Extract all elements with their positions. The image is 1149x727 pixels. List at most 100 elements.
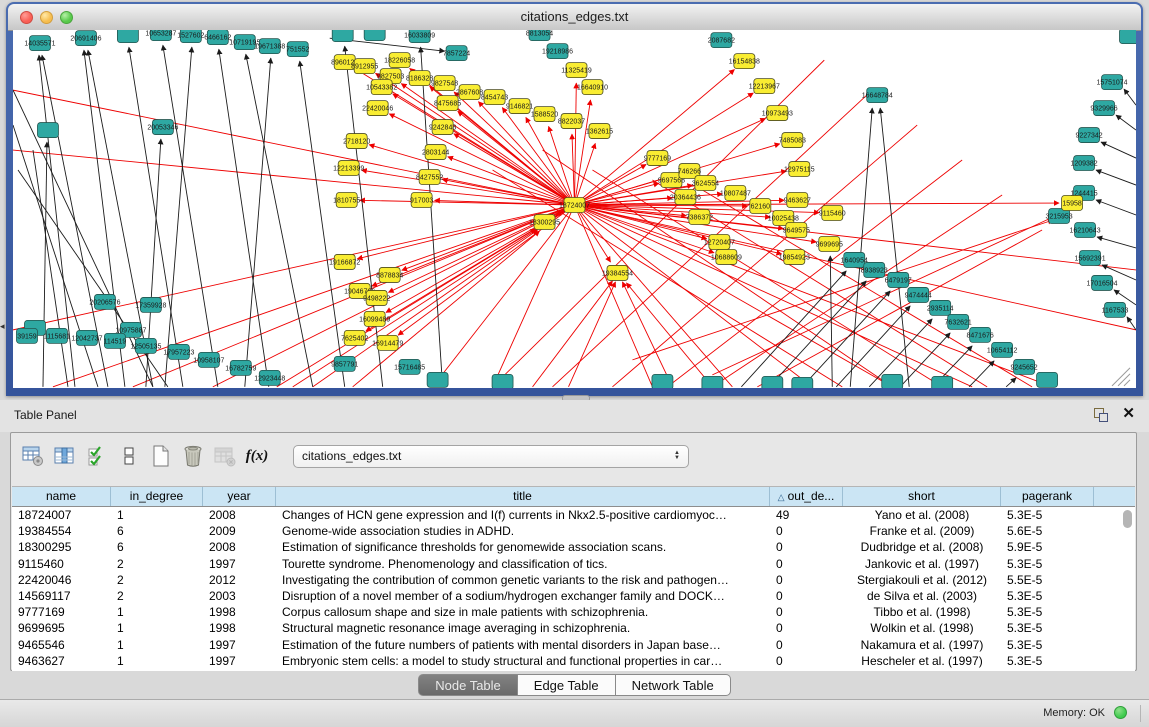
- row-selection-icon[interactable]: [85, 443, 109, 469]
- table-panel-body: f(x) citations_edges.txt ▲▼ namein_degre…: [10, 432, 1137, 671]
- network-node[interactable]: [702, 376, 723, 388]
- table-cell: 49: [770, 507, 843, 523]
- sort-ascending-icon: △: [778, 492, 785, 502]
- scrollbar-thumb[interactable]: [1123, 510, 1132, 528]
- network-node[interactable]: [932, 376, 953, 388]
- column-header-pagerank[interactable]: pagerank: [1001, 487, 1094, 506]
- column-header-short[interactable]: short: [843, 487, 1001, 506]
- table-cell: 9777169: [12, 604, 111, 620]
- table-cell: 0: [770, 620, 843, 636]
- table-selector-dropdown[interactable]: citations_edges.txt ▲▼: [293, 445, 689, 468]
- table-row[interactable]: 946362711997Embryonic stem cells: a mode…: [12, 653, 1135, 669]
- network-node-label: 12923448: [254, 375, 285, 382]
- table-cell: 1: [111, 637, 203, 653]
- network-node[interactable]: [1037, 372, 1058, 387]
- table-cell: Jankovic et al. (1997): [843, 556, 1001, 572]
- tab-edge-table[interactable]: Edge Table: [518, 674, 616, 696]
- network-node-label: 20206576: [89, 299, 120, 306]
- table-row[interactable]: 1830029562008Estimation of significance …: [12, 539, 1135, 555]
- table-row[interactable]: 1872400712008Changes of HCN gene express…: [12, 507, 1135, 523]
- network-edge: [850, 108, 872, 387]
- network-node-label: 12720407: [704, 239, 735, 246]
- network-node[interactable]: [762, 376, 783, 388]
- network-node[interactable]: [792, 377, 813, 388]
- table-cell: Tibbo et al. (1998): [843, 604, 1001, 620]
- network-node-label: 16210643: [1070, 227, 1101, 234]
- column-header-name[interactable]: name: [12, 487, 111, 506]
- column-visibility-icon[interactable]: [53, 443, 77, 469]
- function-builder-icon[interactable]: f(x): [245, 443, 269, 469]
- network-node[interactable]: [364, 30, 385, 41]
- table-cell: 18724007: [12, 507, 111, 523]
- network-edge: [575, 205, 653, 387]
- network-edge: [300, 61, 345, 387]
- network-node-label: 15692391: [1075, 255, 1106, 262]
- network-node[interactable]: [492, 374, 513, 388]
- network-edge: [572, 134, 575, 205]
- table-cell: 1: [111, 507, 203, 523]
- network-node-label: 1588520: [531, 112, 558, 119]
- network-canvas[interactable]: 1872400714035571206914061065328715276026…: [13, 30, 1136, 388]
- column-header-in_degree[interactable]: in_degree: [111, 487, 203, 506]
- network-node-label: 22420046: [362, 106, 393, 113]
- table-row[interactable]: 977716911998Corpus callosum shape and si…: [12, 604, 1135, 620]
- table-body: 1872400712008Changes of HCN gene express…: [12, 507, 1135, 669]
- network-node-label: 917003: [410, 198, 433, 205]
- network-node-label: 15751074: [1096, 80, 1127, 87]
- delete-column-icon[interactable]: [181, 443, 205, 469]
- network-node-label: 10807487: [720, 191, 751, 198]
- table-row[interactable]: 1456911722003Disruption of a novel membe…: [12, 588, 1135, 604]
- network-node[interactable]: [882, 374, 903, 388]
- table-scrollbar[interactable]: [1122, 508, 1133, 668]
- network-edge: [1096, 170, 1136, 185]
- network-window-titlebar[interactable]: citations_edges.txt: [8, 4, 1141, 31]
- table-row[interactable]: 911546021997Tourette syndrome. Phenomeno…: [12, 556, 1135, 572]
- table-mode-icon[interactable]: [117, 443, 141, 469]
- network-node-label: 8878834: [376, 272, 403, 279]
- table-row[interactable]: 2242004622012Investigating the contribut…: [12, 572, 1135, 588]
- tab-network-table[interactable]: Network Table: [616, 674, 731, 696]
- column-header-title[interactable]: title: [276, 487, 770, 506]
- network-node-label: 9227342: [1075, 133, 1102, 140]
- network-edge: [1096, 200, 1136, 215]
- table-panel-title: Table Panel: [14, 408, 77, 422]
- table-row[interactable]: 969969511998Structural magnetic resonanc…: [12, 620, 1135, 636]
- network-node-label: 16648784: [862, 93, 893, 100]
- network-node-label: 8822037: [558, 119, 585, 126]
- network-edge: [163, 45, 218, 387]
- table-row[interactable]: 946554611997Estimation of the future num…: [12, 637, 1135, 653]
- status-bar: Memory: OK: [0, 699, 1149, 727]
- network-node-label: 16033809: [404, 33, 435, 40]
- table-cell: 14569117: [12, 588, 111, 604]
- network-node[interactable]: [427, 372, 448, 387]
- network-edge: [369, 145, 574, 205]
- table-cell: 0: [770, 539, 843, 555]
- panel-collapse-arrow[interactable]: ◂: [0, 322, 5, 331]
- float-window-icon[interactable]: [1094, 408, 1107, 421]
- network-node-label: 8475685: [434, 101, 461, 108]
- network-edge: [165, 47, 192, 387]
- network-node[interactable]: [1120, 30, 1136, 44]
- table-cell: Genome-wide association studies in ADHD.: [276, 523, 770, 539]
- new-column-icon[interactable]: [149, 443, 173, 469]
- network-node-label: 10025438: [768, 215, 799, 222]
- network-node-label: 10973493: [762, 111, 793, 118]
- network-node[interactable]: [652, 374, 673, 388]
- network-node[interactable]: [332, 30, 353, 42]
- network-node-label: 20691406: [70, 36, 101, 43]
- table-cell: 1: [111, 604, 203, 620]
- table-row[interactable]: 1938455462009Genome-wide association stu…: [12, 523, 1135, 539]
- column-header-out_de[interactable]: △out_de...: [770, 487, 843, 506]
- table-cell: 9465546: [12, 637, 111, 653]
- tab-node-table[interactable]: Node Table: [418, 674, 518, 696]
- network-edge: [13, 125, 98, 387]
- network-edge: [33, 150, 68, 387]
- close-panel-icon[interactable]: ✕: [1122, 405, 1135, 423]
- table-options-icon[interactable]: [21, 443, 45, 469]
- network-node[interactable]: [37, 123, 58, 138]
- table-cell: 0: [770, 572, 843, 588]
- table-cell: Hescheler et al. (1997): [843, 653, 1001, 669]
- column-header-year[interactable]: year: [203, 487, 276, 506]
- network-node[interactable]: [117, 30, 138, 43]
- table-cell: 6: [111, 523, 203, 539]
